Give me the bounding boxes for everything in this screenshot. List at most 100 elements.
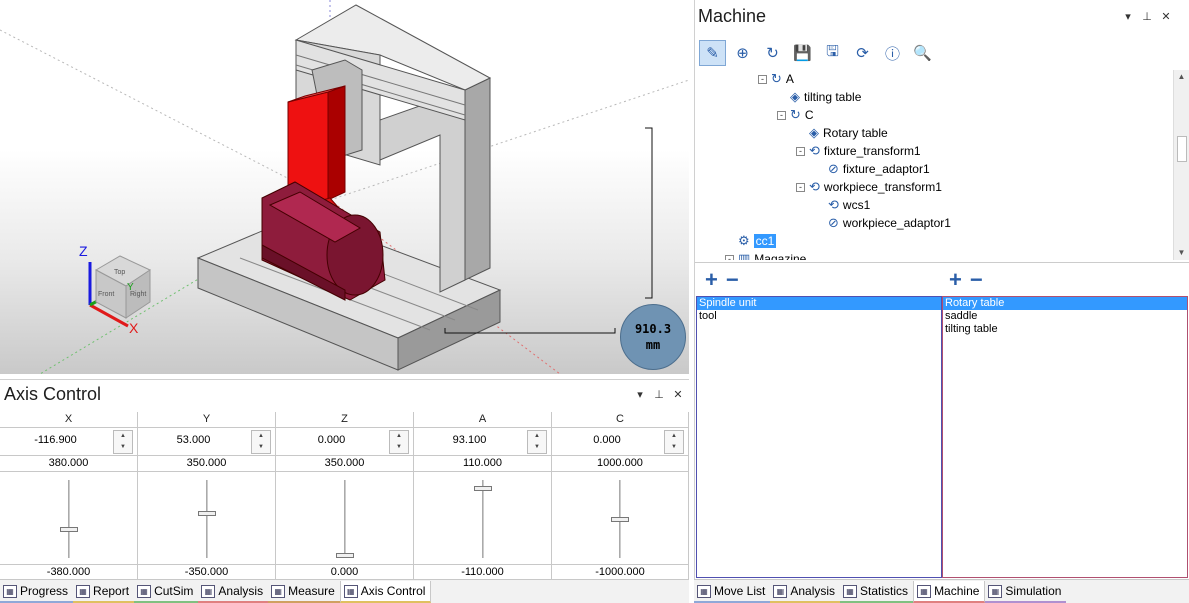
tree-node[interactable]: ⚙ cc1 — [725, 232, 777, 250]
tree-node[interactable]: - ⟲ workpiece_transform1 — [796, 178, 942, 196]
scroll-thumb[interactable] — [1177, 136, 1187, 162]
slider-track[interactable] — [481, 480, 484, 558]
slider-track[interactable] — [343, 480, 346, 558]
tree-scrollbar[interactable]: ▲ ▼ — [1173, 70, 1189, 260]
collapse-icon[interactable]: - — [796, 146, 805, 156]
axis-value[interactable]: 93.100 — [414, 434, 525, 446]
spin-up-icon[interactable]: ▲ — [528, 431, 546, 442]
panel-menu-icon[interactable]: ▾ — [635, 388, 645, 401]
list-item[interactable]: saddle — [943, 310, 1187, 323]
slider-thumb[interactable] — [335, 553, 354, 558]
spin-up-icon[interactable]: ▲ — [114, 431, 132, 442]
tab-cutsim[interactable]: ▦ CutSim — [134, 581, 199, 603]
tab-statistics[interactable]: ▦ Statistics — [840, 581, 914, 603]
spin-up-icon[interactable]: ▲ — [252, 431, 270, 442]
add-right-button[interactable]: + — [949, 269, 962, 291]
tree-node[interactable]: - ↻ A — [758, 70, 794, 88]
tree-node-label[interactable]: workpiece_adaptor1 — [843, 216, 951, 230]
axis-value-spinner[interactable]: 53.000 ▲ ▼ — [138, 428, 275, 456]
tree-node[interactable]: ◈ Rotary table — [796, 124, 888, 142]
spin-up-icon[interactable]: ▲ — [390, 431, 408, 442]
slider-track[interactable] — [67, 480, 70, 558]
collapse-icon[interactable]: - — [725, 254, 734, 260]
axis-value-spinner[interactable]: -116.900 ▲ ▼ — [0, 428, 137, 456]
tab-move-list[interactable]: ▦ Move List — [694, 581, 771, 603]
axis-value-spinner[interactable]: 0.000 ▲ ▼ — [276, 428, 413, 456]
spin-up-icon[interactable]: ▲ — [665, 431, 683, 442]
tab-analysis[interactable]: ▦ Analysis — [198, 581, 269, 603]
tree-node-label[interactable]: cc1 — [753, 234, 777, 248]
machine-tree[interactable]: - ↻ A ◈ tilting table - ↻ C ◈ Rotary table - ⟲ fixtu… — [695, 70, 1173, 260]
refresh-button[interactable]: ⟳ — [849, 40, 876, 66]
list-item[interactable]: Rotary table — [943, 297, 1187, 310]
tree-node-label[interactable]: C — [805, 108, 814, 122]
tree-node-label[interactable]: fixture_transform1 — [824, 144, 921, 158]
axis-value-spinner[interactable]: 0.000 ▲ ▼ — [552, 428, 688, 456]
spin-down-icon[interactable]: ▼ — [665, 442, 683, 453]
tree-node-label[interactable]: A — [786, 72, 794, 86]
remove-left-button[interactable]: − — [726, 269, 739, 291]
close-icon[interactable]: ✕ — [673, 388, 683, 401]
tree-node[interactable]: - ⟲ fixture_transform1 — [796, 142, 921, 160]
tree-node[interactable]: ⊘ workpiece_adaptor1 — [815, 214, 951, 232]
scroll-down-icon[interactable]: ▼ — [1174, 246, 1189, 260]
save-as-button[interactable]: 🖫 — [819, 40, 846, 66]
collision-list-left[interactable]: Spindle unit tool — [696, 296, 942, 578]
view-cube[interactable]: Top Front Right — [94, 255, 152, 319]
axis-value[interactable]: -116.900 — [0, 434, 111, 446]
tree-node-label[interactable]: Magazine — [754, 252, 806, 260]
collapse-icon[interactable]: - — [796, 182, 805, 192]
list-item[interactable]: tilting table — [943, 323, 1187, 336]
tree-node-label[interactable]: tilting table — [804, 90, 861, 104]
collision-list-right[interactable]: Rotary table saddle tilting table — [942, 296, 1188, 578]
spin-down-icon[interactable]: ▼ — [390, 442, 408, 453]
spin-down-icon[interactable]: ▼ — [114, 442, 132, 453]
spin-down-icon[interactable]: ▼ — [252, 442, 270, 453]
reload-button[interactable]: ↻ — [759, 40, 786, 66]
pin-icon[interactable]: ⊥ — [654, 388, 664, 401]
axis-slider[interactable] — [0, 472, 137, 564]
axis-slider[interactable] — [552, 472, 688, 564]
edit-machine-button[interactable]: ✎ — [699, 40, 726, 66]
3d-viewport[interactable]: Top Front Right Z X Y 910.3 mm — [0, 0, 689, 374]
slider-thumb[interactable] — [197, 511, 216, 517]
panel-menu-icon[interactable]: ▾ — [1123, 10, 1133, 23]
close-icon[interactable]: ✕ — [1161, 10, 1171, 23]
tree-node[interactable]: ⟲ wcs1 — [815, 196, 870, 214]
slider-thumb[interactable] — [611, 516, 629, 522]
tree-node[interactable]: ◈ tilting table — [777, 88, 861, 106]
tab-analysis[interactable]: ▦ Analysis — [770, 581, 841, 603]
add-component-button[interactable]: ⊕ — [729, 40, 756, 66]
tree-node[interactable]: - ↻ C — [777, 106, 814, 124]
save-button[interactable]: 💾 — [789, 40, 816, 66]
axis-value-spinner[interactable]: 93.100 ▲ ▼ — [414, 428, 551, 456]
collapse-icon[interactable]: - — [777, 110, 786, 120]
tab-measure[interactable]: ▦ Measure — [268, 581, 340, 603]
tree-node-label[interactable]: fixture_adaptor1 — [843, 162, 930, 176]
slider-track[interactable] — [205, 480, 208, 558]
axis-slider[interactable] — [138, 472, 275, 564]
axis-slider[interactable] — [276, 472, 413, 564]
add-left-button[interactable]: + — [705, 269, 718, 291]
pin-icon[interactable]: ⊥ — [1142, 10, 1152, 23]
spin-down-icon[interactable]: ▼ — [528, 442, 546, 453]
tab-axis-control[interactable]: ▦ Axis Control — [339, 581, 432, 603]
tree-node-label[interactable]: workpiece_transform1 — [824, 180, 942, 194]
tree-node[interactable]: - ▥ Magazine — [725, 250, 806, 260]
slider-thumb[interactable] — [59, 527, 78, 533]
tab-progress[interactable]: ▦ Progress — [0, 581, 74, 603]
info-button[interactable]: ⓘ — [879, 40, 906, 66]
tree-node-label[interactable]: wcs1 — [843, 198, 870, 212]
tree-node[interactable]: ⊘ fixture_adaptor1 — [815, 160, 930, 178]
collapse-icon[interactable]: - — [758, 74, 767, 84]
remove-right-button[interactable]: − — [970, 269, 983, 291]
list-item[interactable]: tool — [697, 310, 941, 323]
list-item[interactable]: Spindle unit — [697, 297, 941, 310]
search-button[interactable]: 🔍 — [909, 40, 936, 66]
tab-simulation[interactable]: ▦ Simulation — [985, 581, 1067, 603]
axis-slider[interactable] — [414, 472, 551, 564]
axis-value[interactable]: 0.000 — [276, 434, 387, 446]
scroll-up-icon[interactable]: ▲ — [1174, 70, 1189, 84]
axis-value[interactable]: 0.000 — [552, 434, 662, 446]
slider-thumb[interactable] — [473, 485, 492, 491]
